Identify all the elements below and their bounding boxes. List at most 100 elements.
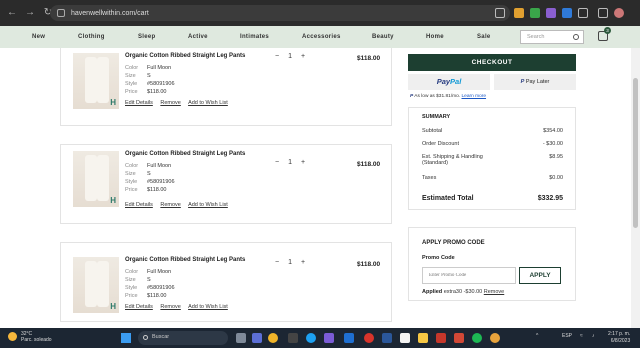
item-actions: Edit Details Remove Add to Wish List bbox=[125, 202, 234, 208]
nav-intimates[interactable]: Intimates bbox=[240, 34, 269, 40]
financing-note: P As low as $31.81/mo. Learn more bbox=[410, 94, 486, 99]
line-total: $118.00 bbox=[357, 261, 381, 268]
sidebar-icon[interactable] bbox=[598, 8, 608, 18]
remove-link[interactable]: Remove bbox=[160, 304, 180, 310]
nav-accessories[interactable]: Accessories bbox=[302, 34, 341, 40]
spotify-icon[interactable] bbox=[472, 333, 482, 343]
puzzle-icon[interactable] bbox=[578, 8, 588, 18]
paypal-logo-pay: Pay bbox=[436, 77, 451, 86]
tray-chevron-icon[interactable]: ^ bbox=[536, 333, 538, 339]
cart-item: H Organic Cotton Ribbed Straight Leg Pan… bbox=[60, 144, 392, 224]
checkout-button[interactable]: CHECKOUT bbox=[408, 54, 576, 71]
brand-logo-icon: H bbox=[110, 302, 116, 311]
app-icon[interactable] bbox=[400, 333, 410, 343]
product-image[interactable]: H bbox=[73, 53, 119, 109]
search-input[interactable]: Search bbox=[520, 30, 584, 44]
opera-icon[interactable] bbox=[364, 333, 374, 343]
taskbar-search-label: Buscar bbox=[152, 334, 170, 340]
weather-widget[interactable]: 32°C Parc. soleado bbox=[8, 331, 52, 343]
increase-button[interactable]: + bbox=[301, 159, 305, 166]
decrease-button[interactable]: − bbox=[275, 53, 279, 60]
applied-code: extra30 -$30.00 bbox=[443, 289, 483, 295]
extension-icon[interactable] bbox=[530, 8, 540, 18]
scrollbar-thumb[interactable] bbox=[633, 78, 638, 228]
product-image[interactable]: H bbox=[73, 257, 119, 313]
folder-icon[interactable] bbox=[418, 333, 428, 343]
profile-icon[interactable] bbox=[614, 8, 624, 18]
decrease-button[interactable]: − bbox=[275, 259, 279, 266]
nav-sale[interactable]: Sale bbox=[477, 34, 491, 40]
quantity-value: 1 bbox=[288, 159, 292, 166]
paypal-p-icon: P bbox=[410, 94, 414, 99]
nav-beauty[interactable]: Beauty bbox=[372, 34, 394, 40]
price-value: $118.00 bbox=[147, 187, 167, 193]
discount-value: - $30.00 bbox=[542, 141, 563, 147]
edit-details-link[interactable]: Edit Details bbox=[125, 100, 153, 106]
shipping-note: (Standard) bbox=[422, 160, 448, 166]
app-icon[interactable] bbox=[454, 333, 464, 343]
nav-home[interactable]: Home bbox=[426, 34, 444, 40]
app-icon[interactable] bbox=[382, 333, 392, 343]
wishlist-link[interactable]: Add to Wish List bbox=[188, 202, 228, 208]
product-title[interactable]: Organic Cotton Ribbed Straight Leg Pants bbox=[125, 53, 245, 59]
star-icon[interactable] bbox=[495, 8, 505, 18]
total-value: $332.95 bbox=[537, 195, 563, 202]
edit-details-link[interactable]: Edit Details bbox=[125, 304, 153, 310]
app-icon[interactable] bbox=[288, 333, 298, 343]
browser-toolbar: ← → ↻ havenwellwithin.com/cart bbox=[0, 0, 640, 26]
chrome-icon[interactable] bbox=[268, 333, 278, 343]
pant-leg bbox=[97, 261, 109, 307]
extension-icon[interactable] bbox=[546, 8, 556, 18]
learn-more-link[interactable]: Learn more bbox=[462, 94, 487, 99]
color-value: Full Moon bbox=[147, 163, 172, 169]
product-title[interactable]: Organic Cotton Ribbed Straight Leg Pants bbox=[125, 257, 245, 263]
pay-later-button[interactable]: P Pay Later bbox=[494, 74, 576, 90]
paypal-button[interactable]: PayPal bbox=[408, 74, 490, 90]
increase-button[interactable]: + bbox=[301, 259, 305, 266]
edge-icon[interactable] bbox=[306, 333, 316, 343]
chrome-icon[interactable] bbox=[490, 333, 500, 343]
promo-code-input[interactable] bbox=[422, 267, 516, 284]
pant-leg bbox=[85, 261, 97, 307]
product-image[interactable]: H bbox=[73, 151, 119, 207]
language-indicator[interactable]: ESP bbox=[562, 333, 572, 339]
address-bar[interactable]: havenwellwithin.com/cart bbox=[50, 5, 510, 21]
remove-link[interactable]: Remove bbox=[160, 100, 180, 106]
back-icon[interactable]: ← bbox=[6, 7, 18, 19]
app-icon[interactable] bbox=[436, 333, 446, 343]
clock[interactable]: 2:17 p. m. 6/8/2023 bbox=[608, 331, 630, 345]
nav-clothing[interactable]: Clothing bbox=[78, 34, 105, 40]
extension-icon[interactable] bbox=[514, 8, 524, 18]
promo-panel: APPLY PROMO CODE Promo Code APPLY Applie… bbox=[408, 227, 576, 301]
edit-details-link[interactable]: Edit Details bbox=[125, 202, 153, 208]
product-title[interactable]: Organic Cotton Ribbed Straight Leg Pants bbox=[125, 151, 245, 157]
wishlist-link[interactable]: Add to Wish List bbox=[188, 100, 228, 106]
volume-icon[interactable]: ♪ bbox=[592, 333, 595, 339]
increase-button[interactable]: + bbox=[301, 53, 305, 60]
remove-promo-link[interactable]: Remove bbox=[484, 289, 504, 295]
search-icon[interactable] bbox=[573, 34, 579, 40]
windows-start-icon[interactable] bbox=[121, 333, 131, 343]
extension-icon[interactable] bbox=[562, 8, 572, 18]
style-value: #58091906 bbox=[147, 285, 175, 291]
nav-active[interactable]: Active bbox=[188, 34, 208, 40]
decrease-button[interactable]: − bbox=[275, 159, 279, 166]
nav-sleep[interactable]: Sleep bbox=[138, 34, 156, 40]
taskbar-search[interactable]: Buscar bbox=[138, 331, 228, 345]
app-icon[interactable] bbox=[344, 333, 354, 343]
wifi-icon[interactable]: ≈ bbox=[580, 333, 583, 339]
color-label: Color bbox=[125, 269, 139, 275]
cart-bag-icon[interactable]: 3 bbox=[598, 27, 611, 41]
forward-icon[interactable]: → bbox=[24, 7, 36, 19]
quantity-value: 1 bbox=[288, 259, 292, 266]
remove-link[interactable]: Remove bbox=[160, 202, 180, 208]
page-scrollbar[interactable] bbox=[631, 48, 640, 328]
discount-row: Order Discount - $30.00 bbox=[422, 141, 563, 147]
nav-new[interactable]: New bbox=[32, 34, 45, 40]
app-icon[interactable] bbox=[324, 333, 334, 343]
apply-promo-button[interactable]: APPLY bbox=[519, 267, 561, 284]
wishlist-link[interactable]: Add to Wish List bbox=[188, 304, 228, 310]
teams-icon[interactable] bbox=[252, 333, 262, 343]
cart-count-badge: 3 bbox=[604, 27, 611, 34]
task-view-icon[interactable] bbox=[236, 333, 246, 343]
